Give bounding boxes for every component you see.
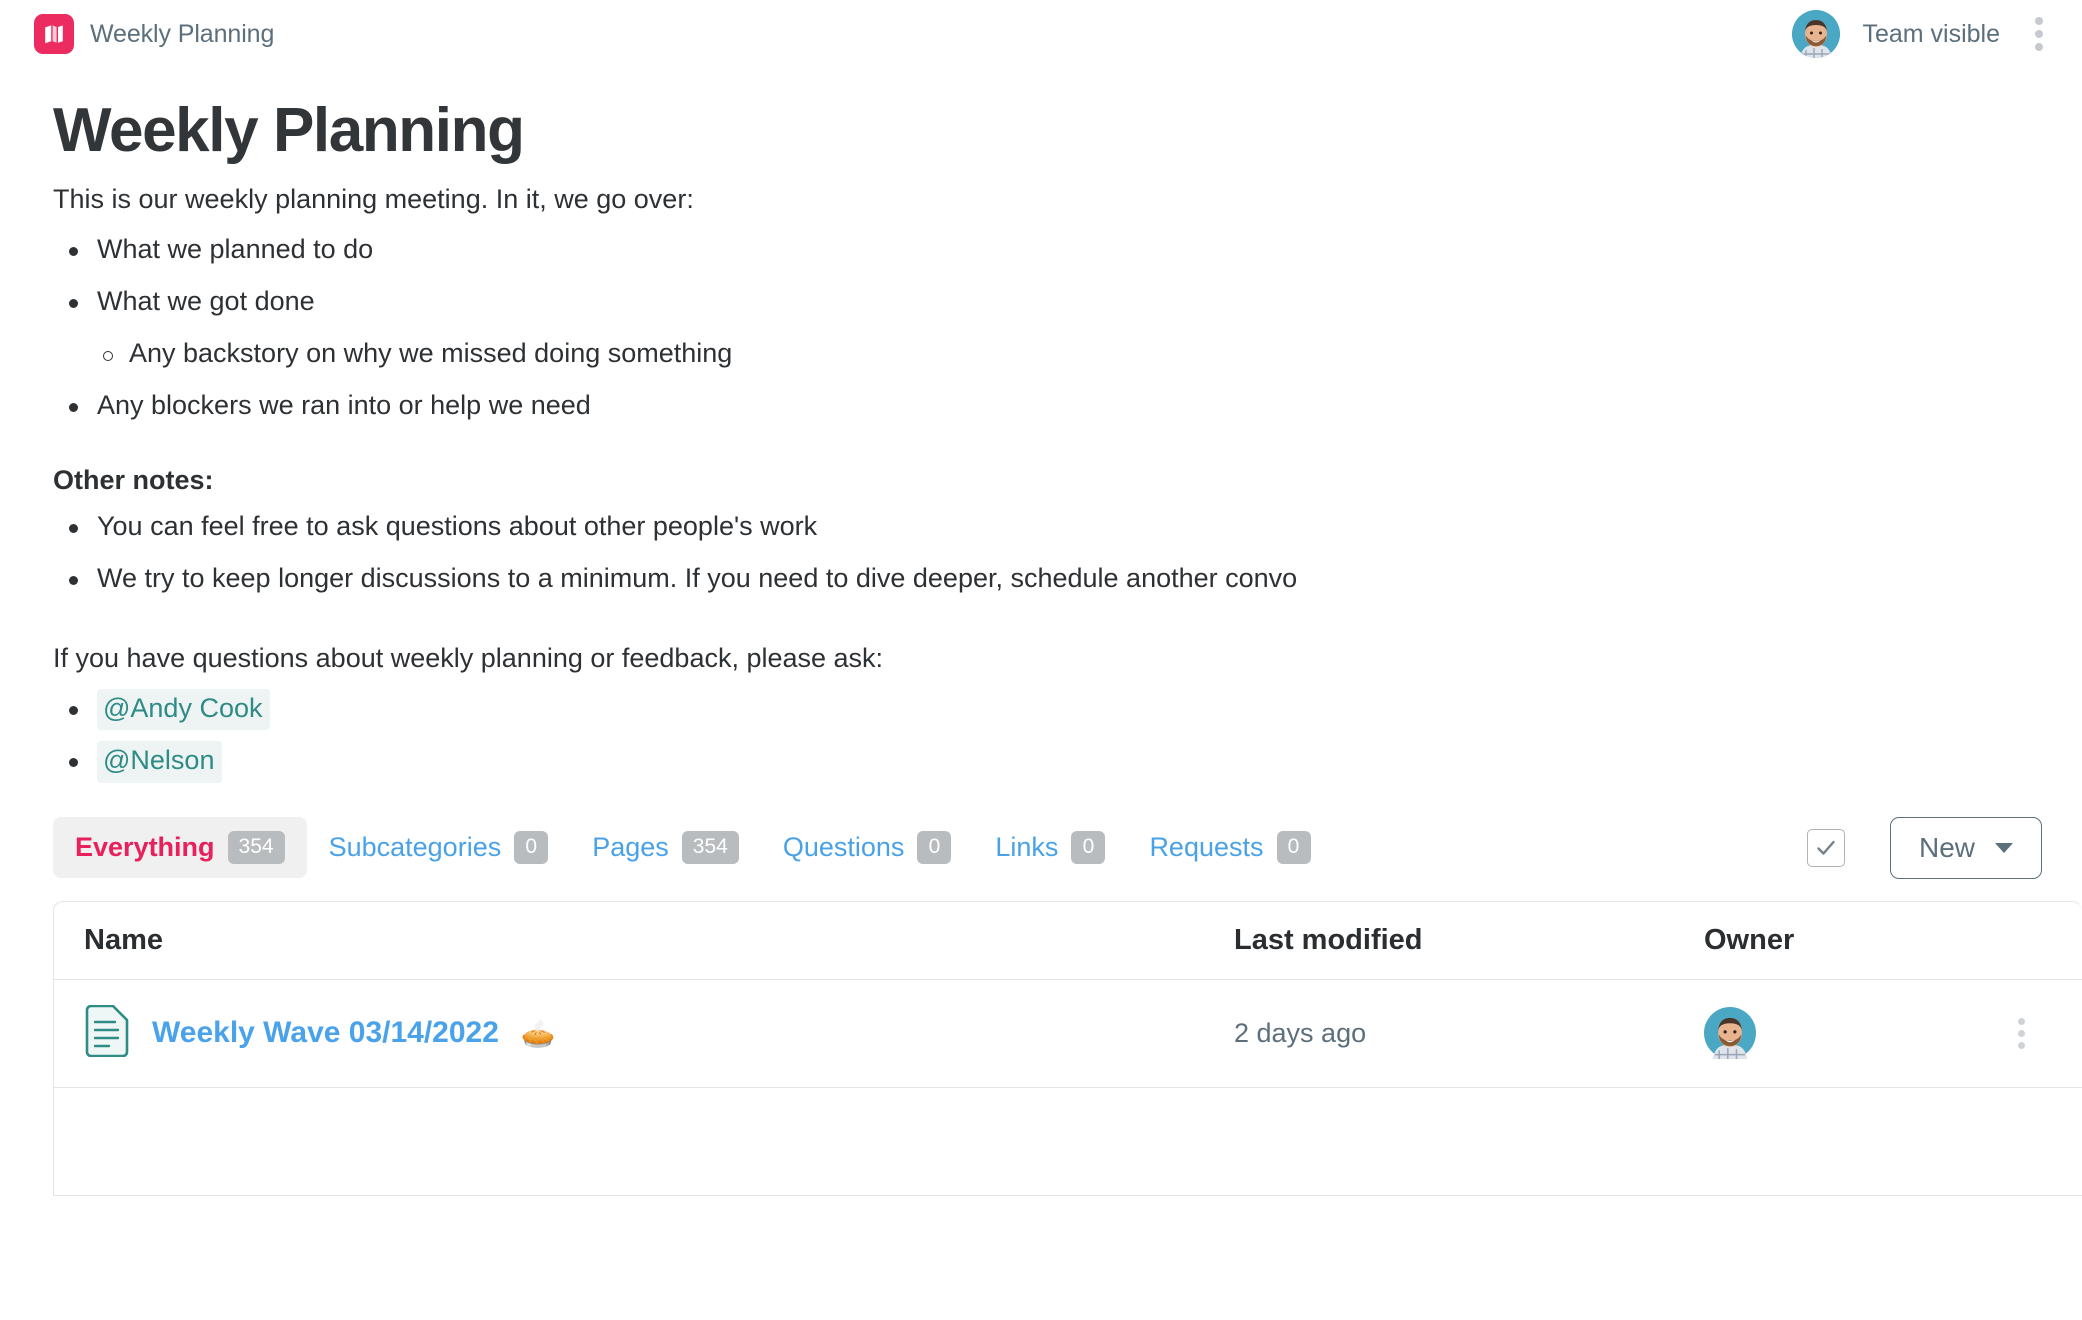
brand-title: Weekly Planning: [90, 19, 275, 48]
row-kebab-menu-icon[interactable]: [2004, 1011, 2038, 1055]
tab-links[interactable]: Links 0: [973, 817, 1127, 878]
kebab-dot: [2017, 1041, 2025, 1049]
brand[interactable]: Weekly Planning: [34, 14, 274, 54]
kebab-menu-icon[interactable]: [2022, 12, 2056, 56]
other-notes-heading: Other notes:: [53, 464, 214, 495]
tab-count-badge: 0: [917, 830, 952, 865]
column-header-owner[interactable]: Owner: [1704, 924, 2004, 957]
tab-label: Questions: [782, 832, 905, 863]
agenda-list: What we planned to do What we got done A…: [53, 229, 2042, 426]
list-item: What we planned to do: [53, 229, 2042, 271]
list-item: @Andy Cook: [53, 688, 2042, 731]
row-title-link[interactable]: Weekly Wave 03/14/2022: [152, 1016, 499, 1050]
row-owner-cell: [1704, 1007, 2004, 1060]
tab-label: Requests: [1149, 832, 1264, 863]
tab-questions[interactable]: Questions 0: [761, 817, 974, 878]
select-all-checkbox[interactable]: [1806, 828, 1845, 867]
mentions-list: @Andy Cook @Nelson: [53, 688, 2042, 783]
tab-count-badge: 0: [514, 830, 549, 865]
tab-count-badge: 0: [1071, 830, 1106, 865]
mention-andy-cook[interactable]: @Andy Cook: [97, 689, 271, 731]
tab-pages[interactable]: Pages 354: [570, 817, 761, 878]
document-body: Weekly Planning This is our weekly plann…: [0, 68, 2082, 783]
notes-list: You can feel free to ask questions about…: [53, 506, 2042, 600]
column-header-last-modified[interactable]: Last modified: [1234, 924, 1704, 957]
kebab-dot: [2035, 30, 2043, 38]
intro-paragraph: This is our weekly planning meeting. In …: [53, 183, 694, 214]
table-row-partial[interactable]: [54, 1088, 2082, 1196]
kebab-dot: [2035, 17, 2043, 25]
content-table: Name Last modified Owner Weekly Wave 03/…: [53, 900, 2082, 1196]
contact-paragraph: If you have questions about weekly plann…: [53, 642, 884, 673]
header-actions: Team visible: [1792, 10, 2056, 58]
tab-subcategories[interactable]: Subcategories 0: [307, 817, 571, 878]
row-last-modified: 2 days ago: [1234, 1017, 1367, 1048]
list-item: You can feel free to ask questions about…: [53, 506, 2042, 548]
column-header-name[interactable]: Name: [54, 924, 1234, 957]
tab-everything[interactable]: Everything 354: [53, 816, 307, 879]
app-header: Weekly Planning Team visible: [0, 0, 2082, 68]
tab-requests[interactable]: Requests 0: [1127, 817, 1332, 878]
visibility-label: Team visible: [1862, 19, 2000, 48]
page-title: Weekly Planning: [53, 96, 525, 165]
list-item-nested: Any backstory on why we missed doing som…: [53, 333, 2042, 375]
list-item: What we got done: [53, 281, 2042, 323]
chevron-down-icon: [1995, 842, 2013, 853]
check-icon: [1817, 840, 1835, 855]
content-tabs: Everything 354 Subcategories 0 Pages 354…: [53, 816, 2042, 879]
owner-avatar[interactable]: [1704, 1007, 2004, 1060]
table-row[interactable]: Weekly Wave 03/14/2022 🥧 2 days ago: [54, 980, 2082, 1088]
tab-label: Pages: [592, 832, 669, 863]
list-item: @Nelson: [53, 740, 2042, 783]
map-book-icon: [34, 14, 74, 54]
row-name-cell: Weekly Wave 03/14/2022 🥧: [54, 1004, 1234, 1062]
avatar[interactable]: [1792, 10, 1841, 58]
new-button-label: New: [1918, 831, 1975, 863]
kebab-dot: [2035, 43, 2043, 51]
tab-label: Subcategories: [328, 832, 502, 863]
tab-count-badge: 0: [1276, 830, 1311, 865]
table-header-row: Name Last modified Owner: [54, 902, 2082, 980]
tab-count-badge: 354: [681, 830, 739, 865]
kebab-dot: [2017, 1017, 2025, 1025]
page-document-icon: [84, 1004, 130, 1062]
list-item: We try to keep longer discussions to a m…: [53, 558, 2042, 600]
tab-label: Links: [995, 832, 1059, 863]
tab-label: Everything: [75, 832, 215, 863]
list-item: Any blockers we ran into or help we need: [53, 385, 2042, 427]
mention-nelson[interactable]: @Nelson: [97, 741, 223, 783]
tab-count-badge: 354: [227, 830, 285, 865]
pie-emoji: 🥧: [520, 1017, 556, 1049]
new-button[interactable]: New: [1889, 816, 2042, 879]
kebab-dot: [2017, 1029, 2025, 1037]
row-actions-cell: [2004, 1011, 2082, 1055]
